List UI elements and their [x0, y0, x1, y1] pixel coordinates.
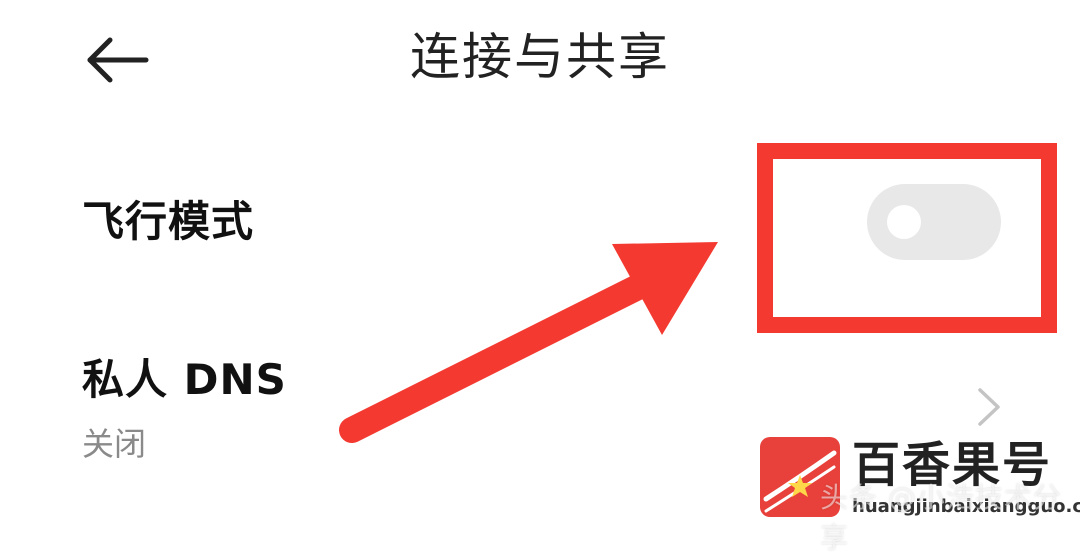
private-dns-label: 私人 DNS	[82, 355, 287, 404]
toggle-knob	[887, 205, 921, 239]
top-bar: 连接与共享	[0, 0, 1080, 120]
airplane-mode-label: 飞行模式	[82, 197, 255, 246]
airplane-mode-toggle[interactable]	[867, 184, 1001, 260]
airplane-mode-row[interactable]: 飞行模式	[0, 170, 1080, 290]
watermark-overlay: 头条 @小浩技术分享	[820, 481, 1062, 554]
private-dns-value: 关闭	[82, 425, 147, 463]
page-title: 连接与共享	[410, 28, 670, 86]
chevron-right-icon	[978, 388, 1000, 426]
